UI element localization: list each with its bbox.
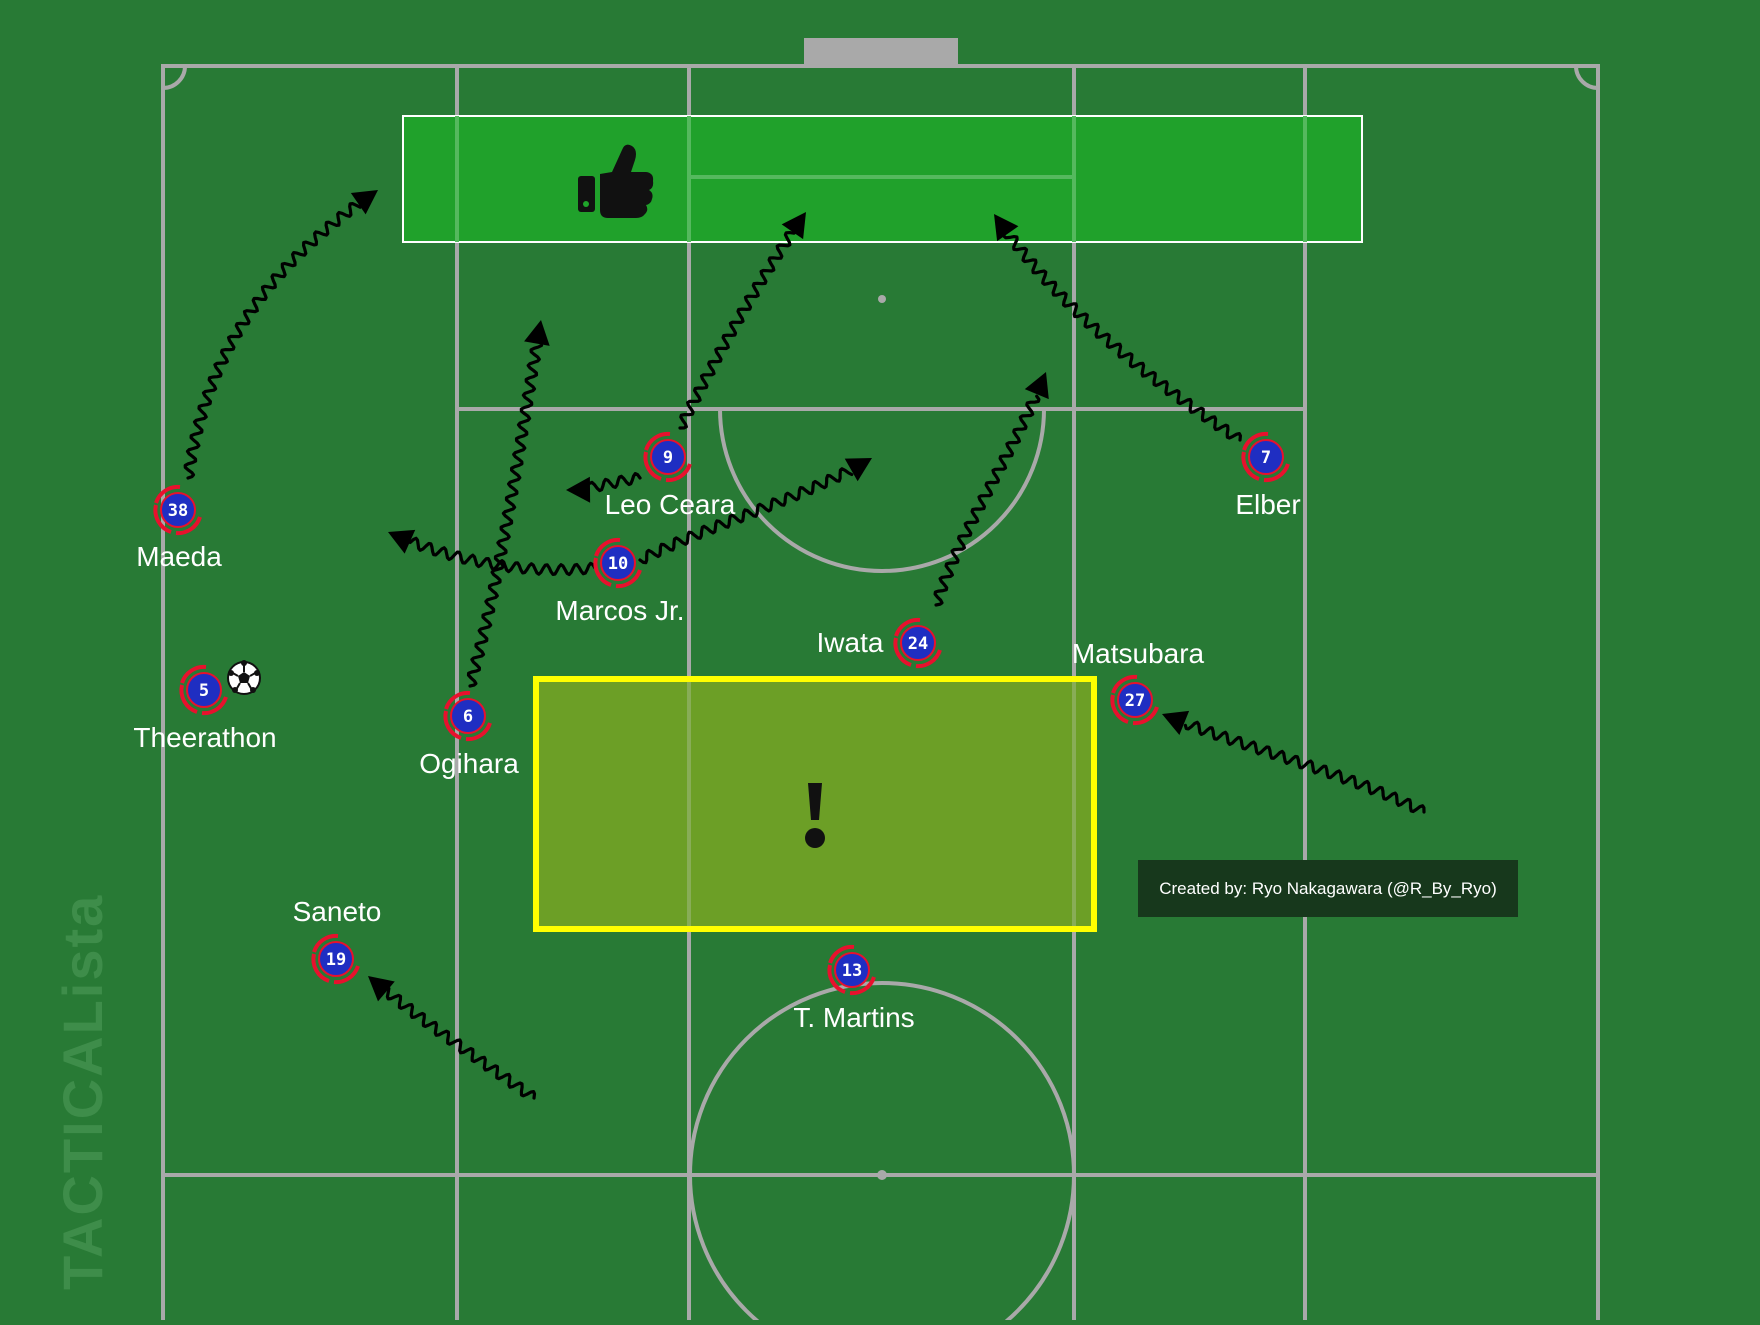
- player-name-ogihara: Ogihara: [419, 748, 519, 779]
- watermark: TACTICALista: [51, 894, 114, 1290]
- player-number: 13: [842, 961, 862, 981]
- credit-text: Created by: Ryo Nakagawara (@R_By_Ryo): [1159, 879, 1497, 898]
- tactical-board: 38 Maeda 9 Leo Ceara 7 Elber 10 Marcos J…: [0, 0, 1760, 1325]
- credit-box: Created by: Ryo Nakagawara (@R_By_Ryo): [1138, 860, 1518, 917]
- target-zone: [402, 115, 1363, 243]
- center-spot: [877, 1170, 887, 1180]
- player-number: 5: [199, 681, 209, 701]
- penalty-spot: [878, 295, 886, 303]
- player-name-elber: Elber: [1235, 489, 1300, 520]
- player-name-maeda: Maeda: [136, 541, 222, 572]
- player-name-t-martins: T. Martins: [793, 1002, 914, 1033]
- player-name-matsubara: Matsubara: [1072, 638, 1205, 669]
- player-name-saneto: Saneto: [293, 896, 382, 927]
- danger-zone: [533, 676, 1097, 932]
- player-name-leo-ceara: Leo Ceara: [605, 489, 736, 520]
- player-number: 19: [326, 950, 346, 970]
- player-number: 27: [1125, 691, 1145, 711]
- player-name-iwata: Iwata: [817, 627, 884, 658]
- goal: [804, 38, 958, 64]
- pitch-diagram: 38 Maeda 9 Leo Ceara 7 Elber 10 Marcos J…: [0, 0, 1760, 1325]
- player-number: 24: [908, 634, 928, 654]
- player-number: 7: [1261, 448, 1271, 468]
- player-number: 6: [463, 707, 473, 727]
- player-number: 38: [168, 501, 188, 521]
- player-number: 9: [663, 448, 673, 468]
- player-name-marcos-jr: Marcos Jr.: [555, 595, 684, 626]
- player-name-theerathon: Theerathon: [133, 722, 276, 753]
- player-number: 10: [608, 554, 628, 574]
